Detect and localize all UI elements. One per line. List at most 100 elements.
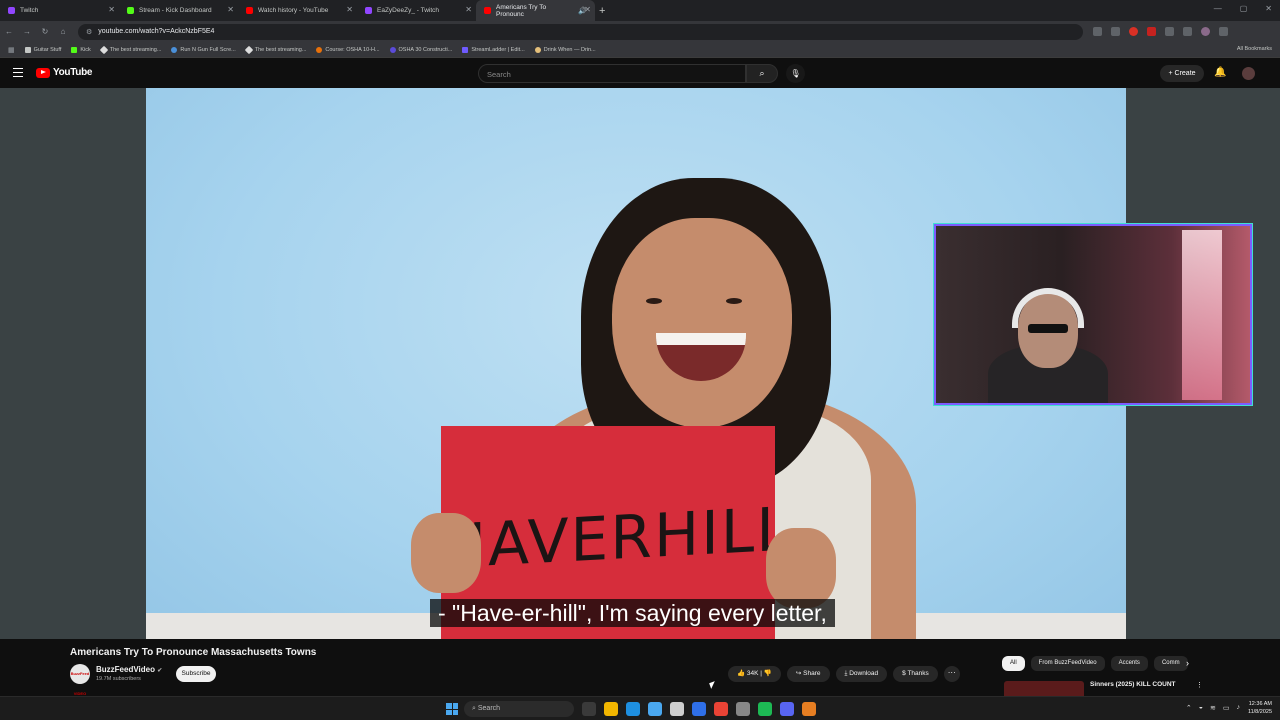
bookmark-item[interactable]: StreamLadder | Edit... — [462, 46, 525, 53]
record-extension-icon[interactable] — [1129, 27, 1138, 36]
taskbar-app-icon[interactable] — [692, 702, 706, 716]
search-icon: ⌕ — [759, 68, 765, 78]
notifications-bell-icon[interactable]: 🔔 — [1214, 67, 1226, 78]
close-window-icon[interactable]: ✕ — [1265, 4, 1272, 13]
bookmark-item[interactable]: The best streaming... — [244, 45, 306, 54]
youtube-play-icon — [36, 67, 50, 78]
webcam-light — [1182, 230, 1222, 400]
bookmark-item[interactable]: Kick — [71, 46, 91, 53]
wifi-icon[interactable]: ≋ — [1210, 704, 1216, 712]
bookmark-item[interactable]: Course: OSHA 10-H... — [316, 46, 380, 53]
maximize-icon[interactable]: ▢ — [1240, 4, 1248, 13]
channel-name[interactable]: BuzzFeedVideo ✔ — [96, 665, 162, 674]
bookmark-item[interactable]: Run N Gun Full Scre... — [171, 46, 236, 53]
battery-icon[interactable]: ▭ — [1223, 704, 1230, 712]
taskbar-app-icon[interactable] — [758, 702, 772, 716]
chip-all[interactable]: All — [1002, 656, 1025, 671]
close-icon[interactable]: ✕ — [227, 5, 234, 14]
volume-icon[interactable]: ♪ — [1237, 704, 1241, 712]
recommendation-thumbnail[interactable] — [1004, 681, 1084, 696]
recommendation-title[interactable]: Sinners (2025) KILL COUNT — [1090, 681, 1175, 688]
bookmark-item[interactable]: The best streaming... — [99, 45, 161, 54]
extension-icon[interactable] — [1147, 27, 1156, 36]
home-icon[interactable]: ⌂ — [54, 27, 72, 36]
apps-grid-icon[interactable]: ▦ — [8, 46, 15, 54]
profile-avatar[interactable] — [1201, 27, 1210, 36]
back-icon[interactable]: ← — [0, 27, 18, 36]
tab-twitch[interactable]: Twitch ✕ — [0, 0, 119, 21]
globe-icon — [171, 46, 178, 53]
all-bookmarks-button[interactable]: All Bookmarks — [1237, 46, 1272, 52]
download-button[interactable]: ⤓ Download — [835, 666, 888, 682]
taskbar-app-icon[interactable] — [802, 702, 816, 716]
channel-avatar[interactable]: BuzzFeed VIDEO — [70, 664, 90, 696]
sunglasses — [1028, 324, 1068, 333]
new-tab-button[interactable]: + — [599, 5, 605, 17]
thumbs-down-icon[interactable]: 👎 — [764, 670, 772, 677]
more-vert-icon[interactable]: ⋮ — [1196, 681, 1203, 689]
taskbar-app-icon[interactable] — [736, 702, 750, 716]
webcam-overlay — [934, 224, 1252, 405]
taskbar-app-icon[interactable] — [714, 702, 728, 716]
tab-youtube-video[interactable]: Americans Try To Pronounc 🔊 ✕ — [476, 0, 595, 21]
subscribe-button[interactable]: Subscribe — [176, 666, 216, 682]
tab-eazydeezy[interactable]: EaZyDeeZy_ - Twitch ✕ — [357, 0, 476, 21]
menu-dots-icon[interactable] — [1219, 27, 1228, 36]
cast-icon[interactable] — [1093, 27, 1102, 36]
taskbar-app-icon[interactable] — [648, 702, 662, 716]
taskbar-search-input[interactable]: ⌕ Search — [464, 701, 574, 717]
sidepanel-icon[interactable] — [1183, 27, 1192, 36]
tab-watch-history[interactable]: Watch history - YouTube ✕ — [238, 0, 357, 21]
site-info-icon[interactable]: ⚙ — [86, 28, 92, 36]
address-bar[interactable]: ⚙ youtube.com/watch?v=AckcNzbF5E4 — [78, 23, 1083, 40]
tab-kick[interactable]: Stream - Kick Dashboard ✕ — [119, 0, 238, 21]
bookmark-item[interactable]: OSHA 30 Constructi... — [389, 46, 452, 53]
chip-accents[interactable]: Accents — [1110, 656, 1148, 671]
minimize-icon[interactable]: — — [1214, 4, 1222, 13]
tab-label: Americans Try To Pronounc — [496, 3, 547, 18]
bookmark-item[interactable]: Drink When — Drin... — [534, 46, 596, 53]
account-avatar[interactable] — [1242, 67, 1255, 80]
taskbar-app-icon[interactable] — [582, 702, 596, 716]
search-button[interactable]: ⌕ — [746, 64, 778, 83]
taskbar-clock[interactable]: 12:36 AM 11/8/2025 — [1248, 700, 1272, 716]
youtube-logo[interactable]: YouTube — [36, 67, 93, 78]
close-icon[interactable]: ✕ — [465, 5, 472, 14]
close-icon[interactable]: ✕ — [346, 5, 353, 14]
kick-favicon-icon — [127, 7, 134, 14]
search-input[interactable]: Search — [478, 64, 746, 83]
person-hand — [411, 513, 481, 593]
youtube-favicon-icon — [246, 7, 253, 14]
taskbar-apps — [582, 702, 816, 716]
windows-start-icon[interactable] — [446, 703, 458, 715]
taskbar-app-icon[interactable] — [604, 702, 618, 716]
video-info-section: Americans Try To Pronounce Massachusetts… — [0, 639, 1280, 696]
tab-label: Stream - Kick Dashboard — [139, 7, 212, 14]
chevron-up-icon[interactable]: ⌃ — [1186, 704, 1192, 712]
more-options-icon[interactable]: ··· — [943, 666, 960, 682]
chip-comm[interactable]: Comm — [1153, 656, 1188, 671]
taskbar-app-icon[interactable] — [670, 702, 684, 716]
network-icon[interactable]: ◒ — [1199, 704, 1203, 712]
taskbar-app-icon[interactable] — [780, 702, 794, 716]
chevron-right-icon[interactable]: › — [1186, 658, 1189, 668]
close-icon[interactable]: ✕ — [108, 5, 115, 14]
thanks-button[interactable]: $ Thanks — [893, 666, 938, 682]
menu-icon[interactable] — [13, 68, 23, 77]
voice-search-icon[interactable]: 🎙 — [786, 64, 805, 83]
drink-icon — [534, 46, 541, 53]
puzzle-icon[interactable] — [1165, 27, 1174, 36]
tab-label: EaZyDeeZy_ - Twitch — [377, 7, 440, 14]
share-button[interactable]: ↪ Share — [786, 666, 830, 682]
create-button[interactable]: + Create — [1160, 65, 1204, 82]
close-icon[interactable]: ✕ — [584, 5, 591, 14]
like-button[interactable]: 👍 34K | 👎 — [728, 666, 781, 682]
forward-icon[interactable]: → — [18, 27, 36, 36]
video-player-area: HAVERHILL - "Have-er-hill", I'm saying e… — [0, 88, 1280, 639]
bookmark-item[interactable]: Guitar Stuff — [24, 46, 61, 53]
taskbar-app-icon[interactable] — [626, 702, 640, 716]
bookmark-star-icon[interactable] — [1111, 27, 1120, 36]
url-text: youtube.com/watch?v=AckcNzbF5E4 — [98, 28, 215, 35]
chip-from-channel[interactable]: From BuzzFeedVideo — [1030, 656, 1105, 671]
reload-icon[interactable]: ↻ — [36, 27, 54, 36]
